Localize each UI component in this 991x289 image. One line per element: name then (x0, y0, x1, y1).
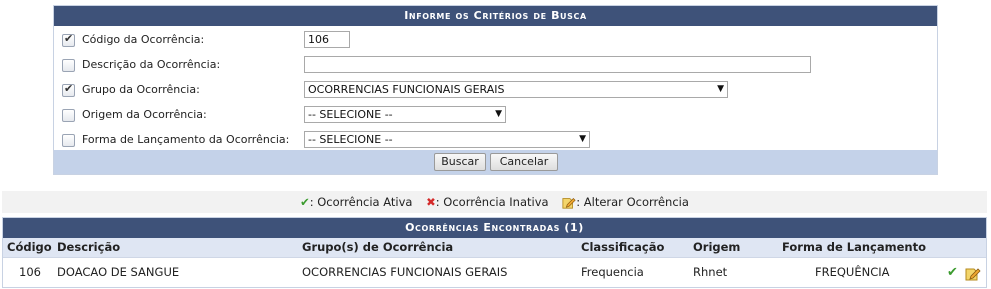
filter-row-origem: Origem da Ocorrência: -- SELECIONE -- ▼ (54, 104, 937, 128)
search-form-footer: Buscar Cancelar (54, 150, 937, 174)
cell-codigo: 106 (19, 265, 41, 279)
filter-row-codigo: Código da Ocorrência: 106 (54, 29, 937, 53)
chevron-down-icon: ▼ (495, 109, 502, 119)
legend-inactive-label: : Ocorrência Inativa (435, 195, 549, 209)
cancel-button[interactable]: Cancelar (490, 153, 558, 171)
filter-row-grupo: Grupo da Ocorrência: OCORRENCIAS FUNCION… (54, 79, 937, 103)
table-header: Código Descrição Grupo(s) de Ocorrência … (3, 238, 986, 258)
origem-checkbox[interactable] (62, 109, 75, 122)
results-table: Ocorrências Encontradas (1) Código Descr… (2, 217, 987, 288)
cell-forma: FREQUÊNCIA (815, 265, 890, 279)
search-form: Informe os Critérios de Busca Código da … (53, 5, 938, 175)
chevron-down-icon: ▼ (579, 134, 586, 144)
check-icon: ✔ (947, 265, 958, 280)
forma-checkbox[interactable] (62, 134, 75, 147)
origem-label: Origem da Ocorrência: (82, 108, 207, 121)
col-codigo: Código (7, 240, 52, 254)
col-origem: Origem (693, 240, 741, 254)
edit-icon (562, 198, 576, 209)
forma-select-value: -- SELECIONE -- (308, 133, 393, 146)
codigo-checkbox[interactable] (62, 32, 75, 47)
grupo-label: Grupo da Ocorrência: (82, 83, 200, 96)
grupo-checkbox[interactable] (62, 82, 75, 97)
legend-edit: : Alterar Ocorrência (562, 191, 689, 213)
legend-edit-label: : Alterar Ocorrência (576, 195, 689, 209)
col-classificacao: Classificação (581, 240, 665, 254)
search-button[interactable]: Buscar (434, 153, 486, 171)
legend-inactive: ✖: Ocorrência Inativa (426, 191, 548, 213)
descricao-input[interactable] (304, 56, 811, 73)
forma-select[interactable]: -- SELECIONE -- ▼ (304, 131, 590, 148)
filter-row-descricao: Descrição da Ocorrência: (54, 54, 937, 78)
col-grupo: Grupo(s) de Ocorrência (302, 240, 454, 254)
chevron-down-icon: ▼ (717, 84, 724, 94)
forma-label: Forma de Lançamento da Ocorrência: (82, 133, 290, 146)
search-form-title: Informe os Critérios de Busca (54, 6, 937, 26)
check-icon: ✔ (300, 195, 310, 209)
origem-select[interactable]: -- SELECIONE -- ▼ (304, 106, 506, 123)
legend: ✔: Ocorrência Ativa ✖: Ocorrência Inativ… (2, 191, 987, 213)
cell-origem: Rhnet (693, 265, 728, 279)
legend-active: ✔: Ocorrência Ativa (300, 191, 412, 213)
results-title: Ocorrências Encontradas (1) (3, 218, 986, 238)
grupo-select[interactable]: OCORRENCIAS FUNCIONAIS GERAIS ▼ (304, 81, 728, 98)
descricao-label: Descrição da Ocorrência: (82, 58, 221, 71)
legend-active-label: : Ocorrência Ativa (309, 195, 413, 209)
col-forma: Forma de Lançamento (782, 240, 926, 254)
edit-icon[interactable] (965, 265, 981, 281)
col-descricao: Descrição (57, 240, 121, 254)
x-icon: ✖ (426, 195, 436, 209)
cell-grupo: OCORRENCIAS FUNCIONAIS GERAIS (302, 265, 508, 279)
codigo-label: Código da Ocorrência: (82, 33, 205, 46)
table-row: 106 DOACAO DE SANGUE OCORRENCIAS FUNCION… (3, 258, 986, 287)
codigo-input[interactable]: 106 (304, 31, 350, 48)
descricao-checkbox[interactable] (62, 59, 75, 72)
cell-classificacao: Frequencia (581, 265, 644, 279)
origem-select-value: -- SELECIONE -- (308, 108, 393, 121)
cell-descricao: DOACAO DE SANGUE (57, 265, 180, 279)
grupo-select-value: OCORRENCIAS FUNCIONAIS GERAIS (308, 83, 505, 96)
